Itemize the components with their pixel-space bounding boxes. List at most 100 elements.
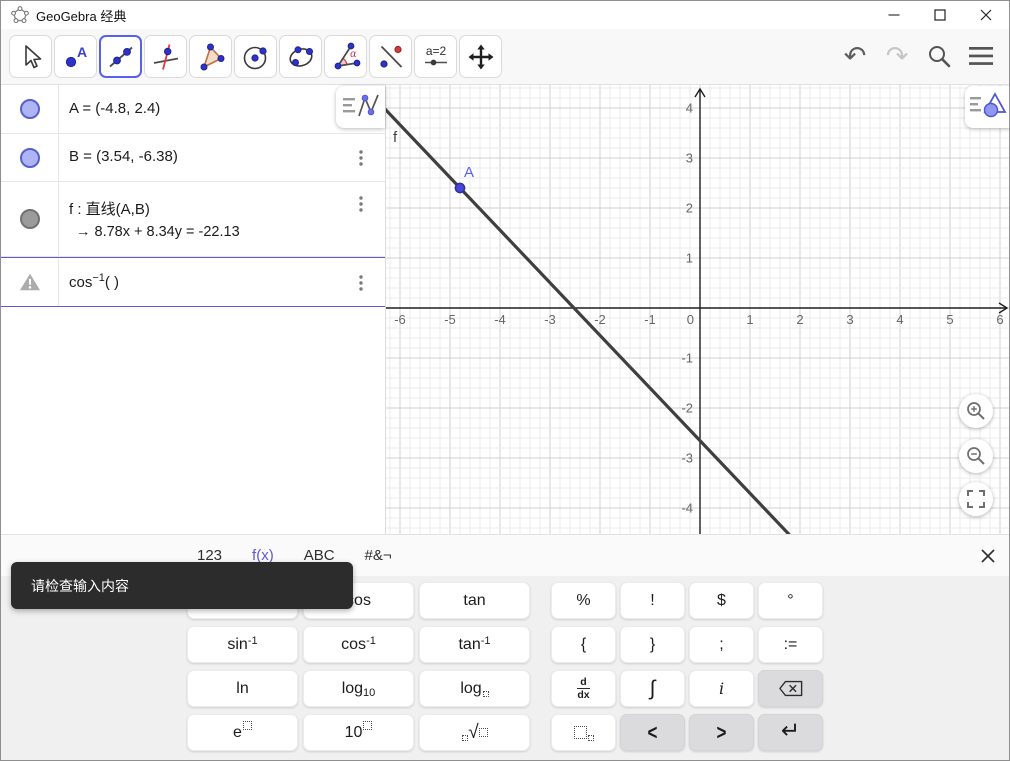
algebra-input-row[interactable]: cos−1( ) — [1, 257, 385, 307]
svg-text:4: 4 — [896, 312, 903, 327]
key-brace-right[interactable]: } — [620, 626, 685, 663]
key-imaginary-i[interactable]: i — [689, 670, 754, 707]
key-percent[interactable]: % — [551, 582, 616, 619]
zoom-out-button[interactable] — [959, 439, 993, 473]
algebra-expression-A[interactable]: A = (-4.8, 2.4) — [69, 100, 160, 117]
svg-text:-3: -3 — [681, 451, 693, 466]
key-tan[interactable]: tan — [419, 582, 530, 619]
algebra-output-f: → 8.78x + 8.34y = -22.13 — [76, 224, 240, 240]
point-label-A: A — [464, 164, 474, 181]
redo-icon: ↷ — [885, 40, 909, 71]
graphics-svg[interactable]: -6 -5 -4 -3 -2 -1 0 1 2 3 4 5 6-4-3-2-11234fA — [386, 85, 1010, 534]
key-integral[interactable]: ∫ — [620, 670, 685, 707]
move-cursor-icon — [24, 44, 41, 68]
fullscreen-icon — [967, 490, 985, 508]
tool-angle[interactable]: α — [324, 35, 367, 78]
key-cursor-left[interactable]: < — [620, 714, 685, 751]
graphics-view[interactable]: -6 -5 -4 -3 -2 -1 0 1 2 3 4 5 6 -4 -3 -2 -1 1 2 3 4 f A — [386, 85, 1010, 534]
key-derivative[interactable]: d dx — [551, 670, 616, 707]
close-button[interactable] — [963, 1, 1009, 29]
algebra-row-f[interactable]: f : 直线(A,B) → 8.78x + 8.34y = -22.13 — [1, 182, 385, 257]
key-enter[interactable]: ↵ — [758, 714, 823, 751]
zoom-in-button[interactable] — [959, 394, 993, 428]
maximize-button[interactable] — [917, 1, 963, 29]
tool-polygon[interactable] — [189, 35, 232, 78]
redo-button[interactable]: ↷ — [881, 40, 913, 72]
svg-text:-1: -1 — [644, 312, 656, 327]
content-area: A = (-4.8, 2.4) B = (3.54, -6.38) f : 直线… — [1, 85, 1010, 609]
key-factorial[interactable]: ! — [620, 582, 685, 619]
line-tool-icon — [108, 46, 133, 67]
tool-move[interactable] — [9, 35, 52, 78]
geogebra-logo-icon — [11, 6, 29, 24]
close-icon — [980, 9, 992, 21]
move-view-icon — [468, 44, 493, 69]
window-title: GeoGebra 经典 — [36, 8, 127, 24]
minimize-button[interactable] — [871, 1, 917, 29]
tool-reflect-about-line[interactable] — [369, 35, 412, 78]
key-ten-power[interactable]: 10 — [303, 714, 414, 751]
minimize-icon — [888, 14, 900, 16]
key-cursor-right[interactable]: > — [689, 714, 754, 751]
point-A[interactable] — [454, 182, 466, 194]
tab-symbols[interactable]: #&¬ — [365, 547, 392, 564]
svg-text:1: 1 — [746, 312, 753, 327]
main-menu-button[interactable] — [965, 40, 997, 72]
algebra-row-B[interactable]: B = (3.54, -6.38) — [1, 134, 385, 182]
key-degree[interactable]: ° — [758, 582, 823, 619]
fullscreen-button[interactable] — [959, 482, 993, 516]
angle-tool-icon: α — [334, 42, 360, 69]
algebra-expression-B[interactable]: B = (3.54, -6.38) — [69, 148, 178, 165]
key-semicolon[interactable]: ; — [689, 626, 754, 663]
svg-text:6: 6 — [996, 312, 1003, 327]
graphics-settings-icon — [970, 92, 1007, 118]
key-brace-left[interactable]: { — [551, 626, 616, 663]
row-menu-icon[interactable] — [359, 275, 363, 291]
title-bar: GeoGebra 经典 — [1, 1, 1009, 29]
key-nth-root[interactable]: √ — [419, 714, 530, 751]
visibility-marble-A[interactable] — [19, 99, 40, 119]
keyboard-close-icon[interactable] — [980, 548, 996, 564]
algebra-settings-button[interactable] — [336, 86, 385, 128]
key-arccos[interactable]: cos -1 — [303, 626, 414, 663]
tool-perpendicular-line[interactable] — [144, 35, 187, 78]
svg-text:-1: -1 — [681, 351, 693, 366]
svg-text:a=2: a=2 — [425, 44, 446, 58]
key-assign[interactable]: := — [758, 626, 823, 663]
key-arcsin[interactable]: sin -1 — [187, 626, 298, 663]
row-menu-icon[interactable] — [359, 150, 363, 166]
algebra-view: A = (-4.8, 2.4) B = (3.54, -6.38) f : 直线… — [1, 85, 386, 609]
tool-conic-five-points[interactable] — [279, 35, 322, 78]
tool-move-graphics-view[interactable] — [459, 35, 502, 78]
svg-text:0: 0 — [687, 312, 694, 327]
tool-line-two-points[interactable] — [99, 35, 142, 78]
key-log10[interactable]: log 10 — [303, 670, 414, 707]
algebra-input-expression[interactable]: cos−1( ) — [69, 272, 119, 291]
key-dollar[interactable]: $ — [689, 582, 754, 619]
key-backspace[interactable] — [758, 670, 823, 707]
algebra-row-A[interactable]: A = (-4.8, 2.4) — [1, 85, 385, 134]
key-log-base[interactable]: log — [419, 670, 530, 707]
tool-slider[interactable]: a=2 — [414, 35, 457, 78]
key-subscript[interactable] — [551, 714, 616, 751]
tool-circle-center-point[interactable] — [234, 35, 277, 78]
key-e-power[interactable]: e — [187, 714, 298, 751]
circle-tool-icon — [243, 46, 267, 69]
toast-message: 请检查输入内容 — [11, 562, 353, 609]
svg-text:3: 3 — [686, 151, 693, 166]
row-menu-icon[interactable] — [359, 196, 363, 212]
visibility-marble-B[interactable] — [19, 147, 40, 168]
svg-text:5: 5 — [946, 312, 953, 327]
key-ln[interactable]: ln — [187, 670, 298, 707]
ellipse-tool-icon — [288, 45, 313, 67]
svg-text:4: 4 — [686, 101, 693, 116]
undo-button[interactable]: ↶ — [839, 40, 871, 72]
graphics-settings-button[interactable] — [965, 86, 1009, 128]
algebra-expression-f[interactable]: f : 直线(A,B) — [69, 198, 150, 219]
search-button[interactable] — [923, 40, 955, 72]
tool-point[interactable]: A — [54, 35, 97, 78]
key-arctan[interactable]: tan -1 — [419, 626, 530, 663]
svg-text:3: 3 — [846, 312, 853, 327]
search-icon — [929, 46, 951, 68]
visibility-marble-f[interactable] — [19, 209, 40, 229]
